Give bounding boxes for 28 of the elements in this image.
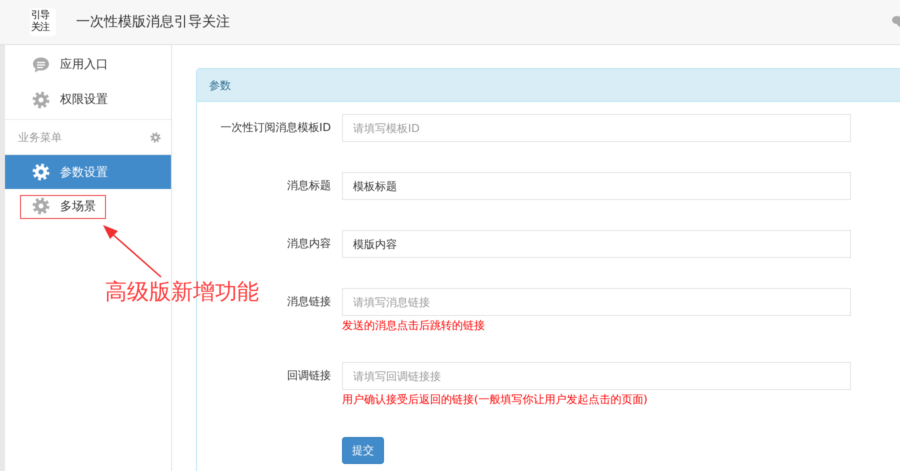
field-label: 消息内容	[287, 236, 331, 252]
gear-icon	[32, 163, 50, 181]
gear-icon	[32, 197, 50, 215]
input-field[interactable]: 请填写消息链接	[342, 288, 851, 316]
annotation-text: 高级版新增功能	[105, 279, 259, 305]
menu-item[interactable]: 权限设置	[5, 82, 171, 117]
panel-header: 参数	[197, 69, 900, 102]
input-field[interactable]: 请填写回调链接接	[342, 362, 851, 390]
input-field[interactable]: 模板标题	[342, 172, 851, 200]
input-field[interactable]: 请填写模板ID	[342, 114, 851, 142]
submit-button[interactable]: 提交	[342, 437, 384, 464]
help-text: 发送的消息点击后跳转的链接	[342, 318, 486, 334]
arrow	[103, 225, 162, 278]
menu-item[interactable]: 应用入口	[5, 47, 171, 82]
section-title: 业务菜单	[18, 130, 62, 144]
field-label: 消息标题	[287, 178, 331, 194]
menu-item[interactable]: 参数设置	[5, 155, 171, 189]
field-label: 消息链接	[287, 294, 331, 310]
input-field[interactable]: 模版内容	[342, 230, 851, 258]
chat-icon	[32, 56, 50, 74]
app-title: 一次性模版消息引导关注	[76, 13, 230, 31]
help-text: 用户确认接受后返回的链接(一般填写你让用户发起点击的页面)	[342, 392, 649, 408]
field-label: 一次性订阅消息模板ID	[220, 120, 331, 136]
field-label: 回调链接	[287, 368, 331, 384]
logo: 引导关注	[30, 8, 56, 36]
settings-icon	[150, 132, 161, 142]
gear-icon	[32, 90, 50, 108]
menu-item[interactable]: 多场景	[5, 189, 171, 223]
